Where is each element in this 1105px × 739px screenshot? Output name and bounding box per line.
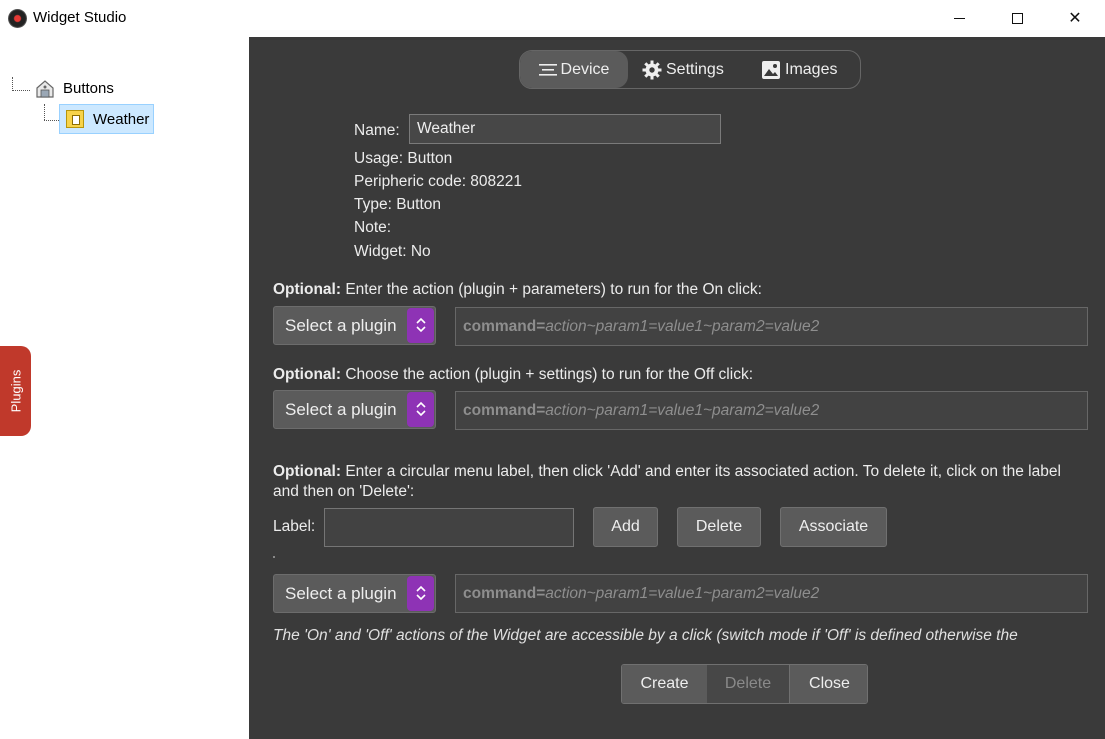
hamburger-icon xyxy=(538,63,557,76)
off-plugin-select[interactable]: Select a plugin xyxy=(273,390,436,429)
house-icon xyxy=(36,80,54,98)
tab-images[interactable]: Images xyxy=(761,51,860,88)
image-icon xyxy=(762,60,780,79)
on-action-instruction: Optional: Enter the action (plugin + par… xyxy=(273,280,1073,300)
maximize-button[interactable] xyxy=(988,0,1046,37)
off-plugin-select-label: Select a plugin xyxy=(285,400,397,419)
footer-button-group: Create Delete Close xyxy=(621,664,868,704)
label-field-label: Label: xyxy=(273,518,316,535)
tab-settings[interactable]: Settings xyxy=(642,51,742,88)
delete-button[interactable]: Delete xyxy=(707,665,789,703)
associate-button[interactable]: Associate xyxy=(780,507,887,547)
separator-dot xyxy=(273,556,275,558)
tree-connector xyxy=(44,104,45,120)
tab-settings-label: Settings xyxy=(666,61,724,78)
optional-label: Optional: xyxy=(273,281,342,298)
note-text: Note: xyxy=(354,219,392,236)
tree-connector xyxy=(12,90,30,91)
app-icon xyxy=(8,9,27,28)
delete-label-button[interactable]: Delete xyxy=(677,507,761,547)
on-plugin-select-label: Select a plugin xyxy=(285,316,397,335)
off-command-input[interactable]: command=action~param1=value1~param2=valu… xyxy=(455,391,1088,430)
minimize-button[interactable] xyxy=(930,0,988,37)
circular-menu-text: Enter a circular menu label, then click … xyxy=(273,463,1061,500)
plugins-side-tab[interactable]: Plugins xyxy=(0,346,31,436)
widget-icon xyxy=(66,110,84,128)
optional-label: Optional: xyxy=(273,366,342,383)
command-placeholder: action~param1=value1~param2=value2 xyxy=(545,402,820,419)
circular-command-input[interactable]: command=action~param1=value1~param2=valu… xyxy=(455,574,1088,613)
command-keyword: command= xyxy=(463,318,546,335)
window-title: Widget Studio xyxy=(33,9,127,26)
minimize-icon xyxy=(953,18,965,20)
tree-connector xyxy=(12,77,13,91)
widget-text: Widget: No xyxy=(354,243,431,260)
type-text: Type: Button xyxy=(354,196,442,213)
tab-device-label: Device xyxy=(560,61,610,78)
tree-connector xyxy=(44,120,59,121)
close-icon: ✕ xyxy=(1068,10,1082,27)
tab-images-label: Images xyxy=(785,61,838,78)
peripheric-code-text: Peripheric code: 808221 xyxy=(354,173,523,190)
tree-item-weather-label: Weather xyxy=(93,111,150,128)
on-action-text: Enter the action (plugin + parameters) t… xyxy=(341,281,762,298)
command-placeholder: action~param1=value1~param2=value2 xyxy=(545,585,820,602)
name-field[interactable]: Weather xyxy=(409,114,721,144)
tree-item-buttons[interactable]: Buttons xyxy=(63,80,114,97)
optional-label: Optional: xyxy=(273,463,342,480)
command-keyword: command= xyxy=(463,585,546,602)
add-button[interactable]: Add xyxy=(593,507,658,547)
circular-plugin-select[interactable]: Select a plugin xyxy=(273,574,436,613)
select-spinner-icon xyxy=(407,308,434,343)
maximize-icon xyxy=(1011,13,1023,25)
create-button[interactable]: Create xyxy=(622,665,707,703)
widget-tree: Buttons Weather xyxy=(0,37,249,739)
select-spinner-icon xyxy=(407,576,434,611)
select-spinner-icon xyxy=(407,392,434,427)
device-panel: Device Settings Images Name: Weather Usa… xyxy=(249,37,1105,739)
name-label: Name: xyxy=(354,122,400,139)
gear-icon xyxy=(642,60,662,80)
command-keyword: command= xyxy=(463,402,546,419)
title-bar: Widget Studio ✕ xyxy=(0,0,1105,37)
plugins-tab-label: Plugins xyxy=(8,369,23,413)
usage-text: Usage: Button xyxy=(354,150,453,167)
close-button[interactable]: Close xyxy=(789,665,867,703)
circular-plugin-select-label: Select a plugin xyxy=(285,584,397,603)
tab-bar: Device Settings Images xyxy=(519,50,861,89)
on-plugin-select[interactable]: Select a plugin xyxy=(273,306,436,345)
circular-label-input[interactable] xyxy=(324,508,574,547)
tab-device[interactable]: Device xyxy=(520,51,628,88)
on-command-input[interactable]: command=action~param1=value1~param2=valu… xyxy=(455,307,1088,346)
tree-item-weather[interactable]: Weather xyxy=(59,104,154,134)
off-action-text: Choose the action (plugin + settings) to… xyxy=(341,366,753,383)
circular-menu-instruction: Optional: Enter a circular menu label, t… xyxy=(273,462,1073,502)
actions-note: The 'On' and 'Off' actions of the Widget… xyxy=(273,627,1018,644)
off-action-instruction: Optional: Choose the action (plugin + se… xyxy=(273,365,1073,385)
command-placeholder: action~param1=value1~param2=value2 xyxy=(545,318,820,335)
close-window-button[interactable]: ✕ xyxy=(1046,0,1104,37)
